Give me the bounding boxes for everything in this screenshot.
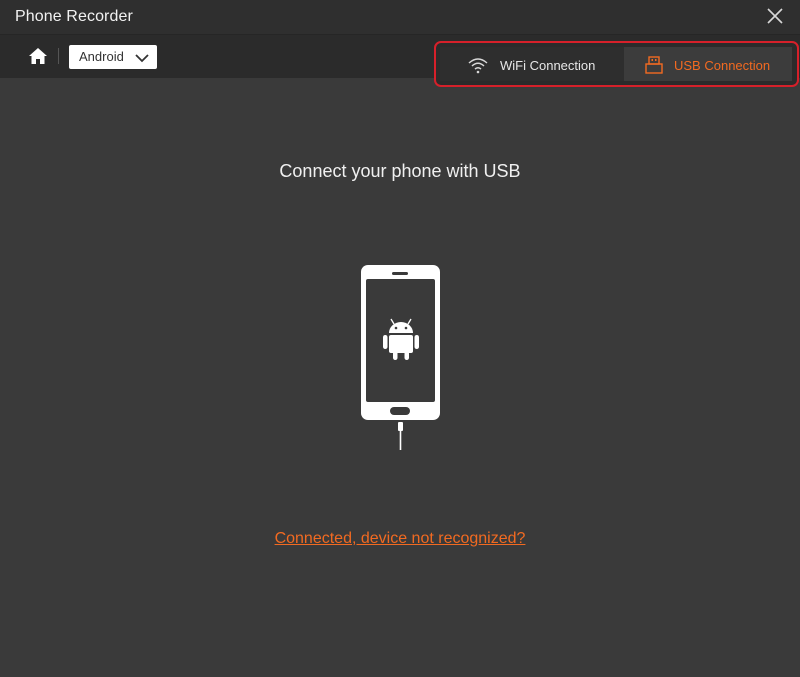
toolbar-divider [58,48,59,64]
tab-wifi-connection[interactable]: WiFi Connection [440,47,624,81]
close-icon[interactable] [766,7,784,25]
tab-usb-connection[interactable]: USB Connection [624,47,792,81]
connect-instruction-heading: Connect your phone with USB [279,161,521,181]
device-not-recognized-link[interactable]: Connected, device not recognized? [0,530,800,548]
os-select-value: Android [79,49,124,64]
tab-wifi-connection-label: WiFi Connection [500,58,596,73]
chevron-down-icon [135,51,149,63]
usb-icon [644,56,664,74]
tab-usb-connection-label: USB Connection [674,58,771,73]
os-select-dropdown[interactable]: Android [69,45,157,69]
app-title: Phone Recorder [15,8,133,25]
title-bar: Phone Recorder [0,0,800,35]
home-icon[interactable] [28,47,48,65]
wifi-icon [468,56,488,74]
android-phone-usb-icon [360,264,442,454]
connection-type-switch: WiFi Connection USB Connection [434,41,799,87]
